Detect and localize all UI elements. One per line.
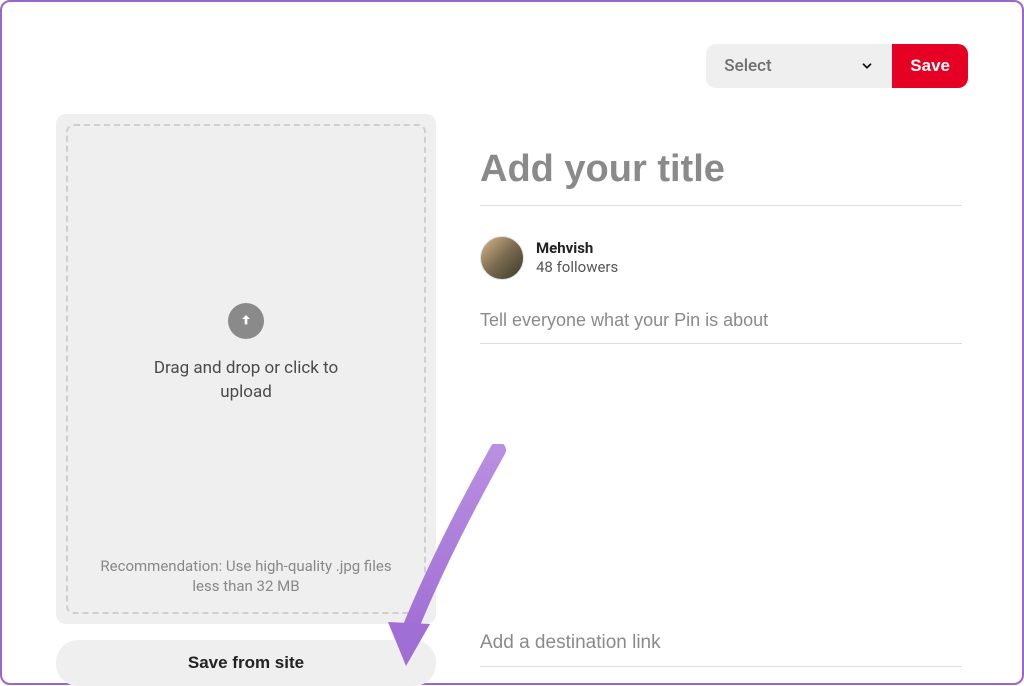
upload-icon: [228, 303, 264, 339]
right-column: Mehvish 48 followers: [480, 114, 968, 686]
topbar: Select Save: [56, 44, 968, 88]
board-select-label: Select: [724, 56, 771, 76]
left-column: Drag and drop or click to upload Recomme…: [56, 114, 436, 686]
destination-link-input[interactable]: [480, 622, 962, 667]
upload-dropzone[interactable]: Drag and drop or click to upload Recomme…: [66, 124, 426, 614]
title-input[interactable]: [480, 140, 962, 206]
upload-recommendation: Recommendation: Use high-quality .jpg fi…: [86, 556, 406, 597]
user-followers: 48 followers: [536, 258, 618, 277]
upload-area[interactable]: Drag and drop or click to upload Recomme…: [56, 114, 436, 624]
user-name: Mehvish: [536, 239, 618, 258]
user-row: Mehvish 48 followers: [480, 236, 962, 280]
upload-instruction: Drag and drop or click to upload: [136, 357, 356, 405]
pin-create-card: Select Save Drag and drop or click to up…: [20, 16, 1004, 683]
user-meta: Mehvish 48 followers: [536, 239, 618, 277]
board-select-dropdown[interactable]: Select: [706, 44, 892, 88]
main-content: Drag and drop or click to upload Recomme…: [56, 114, 968, 686]
avatar[interactable]: [480, 236, 524, 280]
save-button[interactable]: Save: [892, 44, 968, 88]
upload-center: Drag and drop or click to upload: [136, 303, 356, 405]
description-input[interactable]: [480, 300, 962, 344]
chevron-down-icon: [860, 59, 874, 73]
save-from-site-button[interactable]: Save from site: [56, 640, 436, 686]
